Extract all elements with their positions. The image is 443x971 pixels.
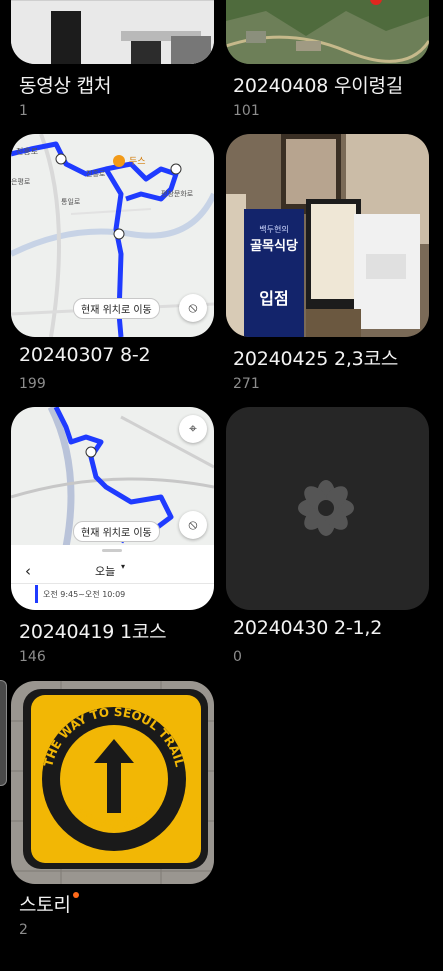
current-location-chip[interactable]: 현재 위치로 이동 [73,521,160,542]
timeline-panel: ‹ 오늘 ▾ 오전 9:45~오전 10:09 [11,545,214,610]
map-label: 진흥로 [86,169,106,178]
album-title: 20240425 2,3코스 [233,348,399,370]
album-count: 146 [19,649,46,665]
chevron-left-icon[interactable]: ‹ [25,562,31,580]
album-title: 20240408 우이령길 [233,75,404,97]
album-title-story: 스토리 [19,890,79,917]
story-label: 스토리 [19,894,71,916]
map-label: 두스 [129,156,146,167]
sign-text: 입점 [259,289,288,308]
album-thumbnail-map-timeline[interactable]: ⌖ 현재 위치로 이동 ⦸ ‹ 오늘 ▾ 오전 9:45~오전 10:09 [11,407,214,610]
location-off-icon[interactable]: ⦸ [179,511,207,539]
location-off-icon[interactable]: ⦸ [179,294,207,322]
album-thumbnail-restaurant-photo[interactable]: 백두현의 골목식당 입점 [226,134,429,337]
album-thumbnail-uiryeong[interactable] [226,0,429,64]
map-label: 은평로 [11,177,31,186]
new-indicator-dot [72,892,79,898]
timeline-bar [35,585,38,603]
album-thumbnail-video-capture[interactable] [11,0,214,64]
sign-text: 골목식당 [250,238,298,254]
edge-panel-handle[interactable] [0,680,7,786]
day-selector[interactable]: 오늘 [95,563,115,579]
flower-placeholder-icon [298,480,354,536]
album-thumbnail-map-route[interactable]: 진흥로 두스 진흥로 은평로 통일로 평창문화로 현재 위치로 이동 ⦸ [11,134,214,337]
time-range: 오전 9:45~오전 10:09 [43,590,126,599]
album-count: 1 [19,103,28,119]
album-title: 동영상 캡처 [19,75,112,97]
drag-handle[interactable] [102,549,122,552]
album-count: 0 [233,649,242,665]
chevron-down-icon[interactable]: ▾ [121,562,125,571]
album-count: 271 [233,376,260,392]
album-count: 101 [233,103,260,119]
album-title: 20240419 1코스 [19,621,167,643]
divider [11,583,214,584]
album-thumbnail-seoul-trail[interactable]: THE WAY TO SEOUL TRAIL 서울둘레길 가는 길 [11,681,214,884]
album-thumbnail-empty[interactable] [226,407,429,610]
album-count: 199 [19,376,46,392]
map-label: 통일로 [61,197,81,206]
map-label: 진흥로 [16,146,38,156]
map-label: 평창문화로 [161,189,194,198]
album-count: 2 [19,922,28,938]
album-title: 20240430 2-1,2 [233,617,383,639]
current-location-chip[interactable]: 현재 위치로 이동 [73,298,160,319]
album-title: 20240307 8-2 [19,344,151,366]
map-pin-icon[interactable]: ⌖ [179,415,207,443]
sign-text: 백두현의 [259,224,288,234]
